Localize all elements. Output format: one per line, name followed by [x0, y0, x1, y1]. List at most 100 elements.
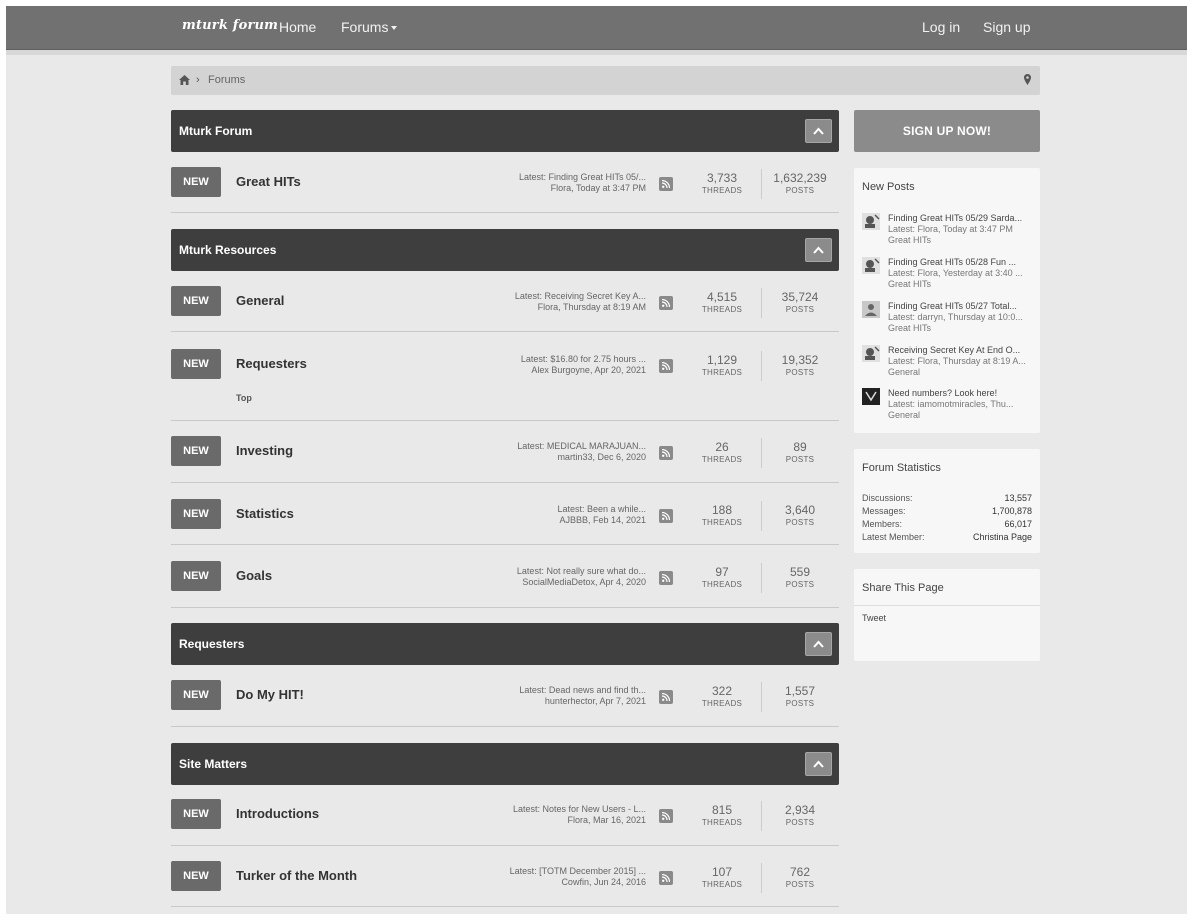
forum-title[interactable]: Do My HIT! [236, 687, 304, 702]
posts-label: POSTS [785, 699, 815, 708]
new-post-item[interactable]: Finding Great HITs 05/27 Total... Latest… [862, 301, 1034, 341]
home-icon[interactable] [179, 75, 190, 85]
stat-label: Latest Member: [862, 532, 925, 542]
avatar[interactable] [862, 301, 880, 318]
avatar[interactable] [862, 257, 880, 274]
avatar[interactable] [862, 213, 880, 230]
threads-count: 97 [715, 565, 729, 579]
category-title[interactable]: Mturk Resources [179, 243, 276, 257]
threads-label: THREADS [701, 818, 743, 827]
new-post-meta: Latest: Flora, Thursday at 8:19 A... [888, 356, 1026, 366]
rss-icon[interactable] [659, 690, 673, 704]
new-post-forum[interactable]: General [888, 367, 1034, 378]
signup-now-button[interactable]: SIGN UP NOW! [854, 110, 1040, 152]
forum-title[interactable]: General [236, 293, 284, 308]
new-post-text: Need numbers? Look here! Latest: iamomot… [888, 388, 1034, 421]
threads-count: 4,515 [706, 290, 738, 304]
new-post-item[interactable]: Receiving Secret Key At End O... Latest:… [862, 345, 1034, 385]
latest-post[interactable]: Latest: Not really sure what do... Social… [471, 566, 646, 588]
new-badge: NEW [171, 799, 221, 829]
threads-stat: 3,733 THREADS [687, 171, 757, 196]
forum-title[interactable]: Goals [236, 568, 272, 583]
forum-title[interactable]: Investing [236, 443, 293, 458]
latest-title: Latest: Dead news and find th... [519, 685, 646, 695]
new-post-forum[interactable]: General [888, 410, 1034, 421]
new-post-meta: Latest: Flora, Yesterday at 3:40 ... [888, 268, 1023, 278]
site-logo[interactable]: mturk forum [182, 18, 278, 33]
latest-post[interactable]: Latest: Dead news and find th... hunterhe… [471, 685, 646, 707]
posts-stat: 35,724 POSTS [765, 290, 835, 315]
category-header-requesters: Requesters [171, 623, 839, 665]
new-post-forum[interactable]: Great HITs [888, 323, 1034, 334]
category-title[interactable]: Requesters [179, 637, 244, 651]
rss-icon[interactable] [659, 359, 673, 373]
latest-post[interactable]: Latest: Receiving Secret Key A... Flora, … [471, 291, 646, 313]
latest-meta: AJBBB, Feb 14, 2021 [559, 515, 646, 525]
rss-icon[interactable] [659, 809, 673, 823]
collapse-button[interactable] [805, 238, 832, 262]
threads-count: 322 [711, 684, 733, 698]
breadcrumb: › Forums [171, 66, 1040, 95]
threads-label: THREADS [701, 305, 743, 314]
avatar[interactable] [862, 345, 880, 362]
posts-label: POSTS [785, 880, 815, 889]
signup-link[interactable]: Sign up [983, 19, 1030, 35]
latest-title: Latest: Finding Great HITs 05/... [518, 172, 646, 182]
latest-title: Latest: Been a while... [557, 504, 646, 514]
new-badge: NEW [171, 436, 221, 466]
latest-post[interactable]: Latest: Finding Great HITs 05/... Flora, … [471, 172, 646, 194]
forum-title[interactable]: Great HITs [236, 174, 301, 189]
threads-stat: 1,129 THREADS [687, 353, 757, 378]
nav-home-link[interactable]: Home [279, 19, 316, 35]
rss-icon[interactable] [659, 509, 673, 523]
new-post-title[interactable]: Need numbers? Look here! [888, 388, 1034, 399]
collapse-button[interactable] [805, 119, 832, 143]
rss-icon[interactable] [659, 446, 673, 460]
stat-label: Members: [862, 519, 903, 529]
threads-label: THREADS [701, 368, 743, 377]
login-link[interactable]: Log in [922, 19, 960, 35]
new-post-title[interactable]: Finding Great HITs 05/27 Total... [888, 301, 1034, 312]
stat-row-messages: Messages: 1,700,878 [862, 506, 1032, 516]
new-post-title[interactable]: Finding Great HITs 05/29 Sarda... [888, 213, 1034, 224]
tweet-button[interactable]: Tweet [862, 613, 886, 623]
latest-post[interactable]: Latest: Notes for New Users - L... Flora,… [471, 804, 646, 826]
forum-row-great-hits: NEW Great HITs Latest: Finding Great HIT… [171, 167, 839, 213]
new-post-forum[interactable]: Great HITs [888, 235, 1034, 246]
new-post-title[interactable]: Finding Great HITs 05/28 Fun ... [888, 257, 1034, 268]
breadcrumb-current[interactable]: Forums [208, 74, 245, 86]
subforum-link[interactable]: Top [236, 393, 252, 403]
rss-icon[interactable] [659, 871, 673, 885]
new-post-title[interactable]: Receiving Secret Key At End O... [888, 345, 1034, 356]
latest-title: Latest: MEDICAL MARAJUAN... [517, 441, 646, 451]
latest-post[interactable]: Latest: MEDICAL MARAJUAN... martin33, Dec… [471, 441, 646, 463]
chevron-right-icon: › [196, 74, 200, 86]
threads-stat: 815 THREADS [687, 803, 757, 828]
new-post-forum[interactable]: Great HITs [888, 279, 1034, 290]
nav-forums-menu[interactable]: Forums [341, 19, 398, 35]
stat-value: 66,017 [1004, 519, 1032, 529]
latest-post[interactable]: Latest: [TOTM December 2015] ... Cowfin, … [471, 866, 646, 888]
forum-title[interactable]: Statistics [236, 506, 294, 521]
threads-label: THREADS [701, 580, 743, 589]
new-post-item[interactable]: Need numbers? Look here! Latest: iamomot… [862, 388, 1034, 428]
new-post-item[interactable]: Finding Great HITs 05/28 Fun ... Latest:… [862, 257, 1034, 297]
category-title[interactable]: Site Matters [179, 757, 247, 771]
map-pin-icon[interactable] [1024, 74, 1031, 85]
new-post-item[interactable]: Finding Great HITs 05/29 Sarda... Latest… [862, 213, 1034, 253]
rss-icon[interactable] [659, 296, 673, 310]
forum-title[interactable]: Requesters [236, 356, 307, 371]
latest-post[interactable]: Latest: Been a while... AJBBB, Feb 14, 20… [471, 504, 646, 526]
posts-count: 2,934 [784, 803, 816, 817]
collapse-button[interactable] [805, 752, 832, 776]
new-badge: NEW [171, 286, 221, 316]
collapse-button[interactable] [805, 632, 832, 656]
rss-icon[interactable] [659, 571, 673, 585]
latest-post[interactable]: Latest: $16.80 for 2.75 hours ... Alex Bu… [471, 354, 646, 376]
avatar[interactable] [862, 388, 880, 405]
forum-title[interactable]: Introductions [236, 806, 319, 821]
latest-member-link[interactable]: Christina Page [973, 532, 1032, 542]
forum-title[interactable]: Turker of the Month [236, 868, 357, 883]
category-title[interactable]: Mturk Forum [179, 124, 252, 138]
rss-icon[interactable] [659, 177, 673, 191]
